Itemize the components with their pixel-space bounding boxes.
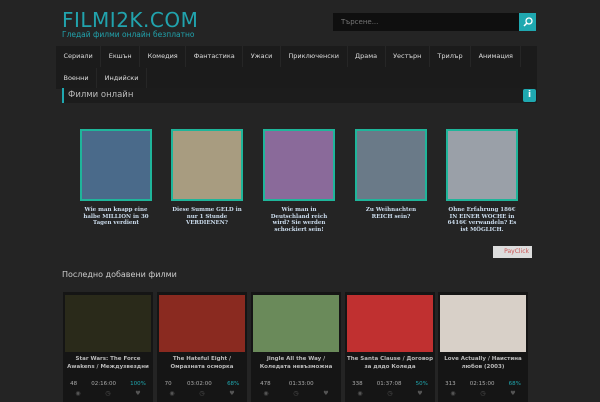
movie-poster[interactable]: [253, 295, 339, 352]
movie-title[interactable]: Star Wars: The Force Awakens / Междузвез…: [63, 355, 153, 371]
search-input[interactable]: [333, 13, 519, 31]
nav-item[interactable]: Военни: [56, 67, 98, 89]
movie-card[interactable]: The Santa Clause / Договор за дядо Колед…: [345, 292, 435, 402]
clock-icon: ◷: [387, 390, 393, 397]
eye-icon: ◉: [450, 390, 456, 397]
movie-card[interactable]: Love Actually / Наистина любов (2003) 31…: [438, 292, 528, 402]
nav-item[interactable]: Екшън: [101, 46, 141, 67]
ad-image[interactable]: [263, 129, 335, 201]
ad-title[interactable]: Wie man in Deutschland reich wird? Sie w…: [263, 207, 335, 233]
eye-icon: ◉: [357, 390, 363, 397]
clock-icon: ◷: [199, 390, 205, 397]
eye-icon: ◉: [263, 390, 269, 397]
main-nav: Сериали Екшън Комедия Фантастика Ужаси Приклю…: [56, 46, 537, 89]
movie-poster[interactable]: [440, 295, 526, 352]
ad-item[interactable]: Wie man knapp eine halbe MILLION in 30 T…: [80, 129, 152, 227]
section-title: Филми онлайн: [62, 88, 537, 103]
ad-image[interactable]: [80, 129, 152, 201]
duration: 01:37:08: [376, 381, 402, 387]
views-count: 70: [164, 381, 172, 387]
clock-icon: ◷: [480, 390, 486, 397]
movie-title[interactable]: Jingle All the Way / Коледата невъзможна: [251, 355, 341, 371]
nav-item[interactable]: Уестърн: [386, 46, 430, 67]
ad-image[interactable]: [171, 129, 243, 201]
nav-item[interactable]: Трилър: [430, 46, 472, 67]
site-logo[interactable]: FILMI2K.COM: [62, 8, 198, 32]
movie-card[interactable]: The Hateful Eight / Омразната осморка 70…: [157, 292, 247, 402]
search-icon: [522, 17, 533, 27]
heart-icon: ♥: [323, 390, 329, 397]
duration: 01:33:00: [288, 381, 314, 387]
heart-icon: ♥: [229, 390, 235, 397]
heart-icon: ♥: [135, 390, 141, 397]
clock-icon: ◷: [293, 390, 299, 397]
nav-item[interactable]: Ужаси: [243, 46, 281, 67]
movie-poster[interactable]: [159, 295, 245, 352]
views-count: 48: [70, 381, 78, 387]
nav-item[interactable]: Анимация: [471, 46, 522, 67]
views-count: 478: [260, 381, 271, 387]
duration: 02:15:00: [469, 381, 495, 387]
ad-title[interactable]: Ohne Erfahrung 186€ IN EINER WOCHE in 64…: [446, 207, 518, 233]
duration: 03:02:00: [187, 381, 212, 387]
ad-item[interactable]: Wie man in Deutschland reich wird? Sie w…: [263, 129, 335, 233]
nav-item[interactable]: Приключенски: [281, 46, 348, 67]
movie-title[interactable]: The Hateful Eight / Омразната осморка: [157, 355, 247, 371]
views-count: 338: [352, 381, 363, 387]
eye-icon: ◉: [75, 390, 81, 397]
ad-item[interactable]: Ohne Erfahrung 186€ IN EINER WOCHE in 64…: [446, 129, 518, 233]
movie-poster[interactable]: [347, 295, 433, 352]
ad-title[interactable]: Zu Weihnachten REICH sein?: [355, 207, 427, 220]
ad-title[interactable]: Diese Summe GELD in nur 1 Stunde VERDIEN…: [171, 207, 243, 227]
movie-title[interactable]: Love Actually / Наистина любов (2003): [438, 355, 528, 371]
nav-item[interactable]: Фантастика: [186, 46, 244, 67]
heart-icon: ♥: [510, 390, 516, 397]
ad-item[interactable]: Diese Summe GELD in nur 1 Stunde VERDIEN…: [171, 129, 243, 227]
nav-item[interactable]: Сериали: [56, 46, 102, 67]
rating: 50%: [415, 381, 428, 387]
heart-icon: ♥: [417, 390, 423, 397]
eye-icon: ◉: [169, 390, 175, 397]
tagline: Гледай филми онлайн безплатно: [62, 30, 195, 39]
movie-card[interactable]: Jingle All the Way / Коледата невъзможна…: [251, 292, 341, 402]
rating: 68%: [508, 381, 521, 387]
ad-image[interactable]: [446, 129, 518, 201]
movie-poster[interactable]: [65, 295, 151, 352]
ad-item[interactable]: Zu Weihnachten REICH sein?: [355, 129, 427, 220]
nav-item[interactable]: Индийски: [97, 67, 147, 89]
payclick-badge[interactable]: PayClick: [493, 246, 532, 258]
ad-title[interactable]: Wie man knapp eine halbe MILLION in 30 T…: [80, 207, 152, 227]
rating: 100%: [130, 381, 146, 387]
nav-item[interactable]: Драма: [348, 46, 386, 67]
movie-card[interactable]: Star Wars: The Force Awakens / Междузвез…: [63, 292, 153, 402]
search-button[interactable]: [519, 13, 536, 31]
clock-icon: ◷: [105, 390, 111, 397]
ad-image[interactable]: [355, 129, 427, 201]
recent-title: Последно добавени филми: [62, 270, 177, 279]
movie-title[interactable]: The Santa Clause / Договор за дядо Колед…: [345, 355, 435, 371]
rating: 68%: [227, 381, 240, 387]
info-button[interactable]: i: [523, 89, 536, 102]
nav-item[interactable]: Комедия: [140, 46, 187, 67]
views-count: 313: [445, 381, 456, 387]
duration: 02:16:00: [91, 381, 116, 387]
